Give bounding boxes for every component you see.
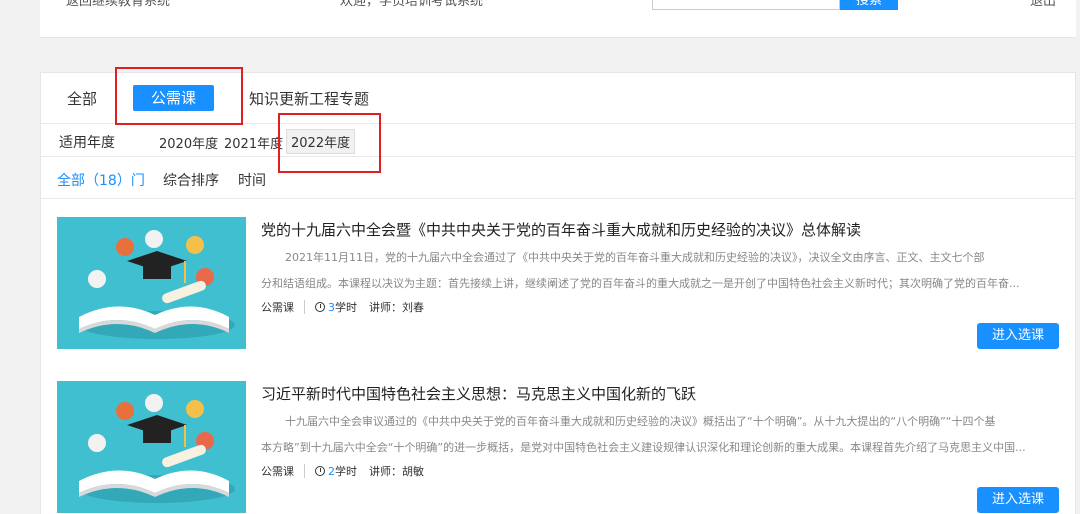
course-description: 十九届六中全会审议通过的《中共中央关于党的百年奋斗重大成就和历史经验的决议》概括… xyxy=(261,409,1061,461)
divider xyxy=(304,300,305,314)
category-tabs: 全部 公需课 知识更新工程专题 xyxy=(41,73,1075,119)
course-hours-unit: 学时 xyxy=(335,301,357,314)
exit-link[interactable]: 退出 xyxy=(1030,0,1056,9)
sort-composite[interactable]: 综合排序 xyxy=(163,170,219,190)
top-header: 返回继续教育系统 欢迎，学员培训考试系统 搜索 退出 xyxy=(40,0,1076,38)
course-meta: 公需课 3 学时 讲师：刘春 xyxy=(261,299,424,315)
course-title[interactable]: 党的十九届六中全会暨《中共中央关于党的百年奋斗重大成就和历史经验的决议》总体解读 xyxy=(261,219,861,240)
back-link[interactable]: 返回继续教育系统 xyxy=(66,0,170,9)
sort-all-count[interactable]: 全部（18）门 xyxy=(57,170,145,190)
search-input[interactable] xyxy=(652,0,840,10)
tab-all[interactable]: 全部 xyxy=(67,88,97,109)
tab-knowledge-update[interactable]: 知识更新工程专题 xyxy=(249,88,369,109)
course-type: 公需课 xyxy=(261,465,294,478)
course-desc-line: 本方略”到十九届六中全会“十个明确”的进一步概括，是党对中国特色社会主义建设规律… xyxy=(261,441,1026,454)
course-panel: 全部 公需课 知识更新工程专题 适用年度 2020年度 2021年度 2022年… xyxy=(40,67,1076,514)
search-button[interactable]: 搜索 xyxy=(840,0,898,10)
divider xyxy=(304,464,305,478)
course-hours-number: 2 xyxy=(328,464,335,478)
course-thumbnail[interactable] xyxy=(57,381,246,513)
year-option-2021[interactable]: 2021年度 xyxy=(224,133,283,152)
course-desc-line: 分和结语组成。本课程以决议为主题：首先接续上讲，继续阐述了党的百年奋斗的重大成就… xyxy=(261,277,1020,290)
course-item: 习近平新时代中国特色社会主义思想：马克思主义中国化新的飞跃 十九届六中全会审议通… xyxy=(41,365,1075,514)
enroll-button[interactable]: 进入选课 xyxy=(977,323,1059,349)
sort-time[interactable]: 时间 xyxy=(238,170,266,190)
sort-bar: 全部（18）门 综合排序 时间 xyxy=(41,159,1075,199)
course-description: 2021年11月11日，党的十九届六中全会通过了《中共中央关于党的百年奋斗重大成… xyxy=(261,245,1061,297)
tab-public-required[interactable]: 公需课 xyxy=(133,85,215,111)
enroll-button[interactable]: 进入选课 xyxy=(977,487,1059,513)
course-type: 公需课 xyxy=(261,301,294,314)
course-title[interactable]: 习近平新时代中国特色社会主义思想：马克思主义中国化新的飞跃 xyxy=(261,383,696,404)
course-desc-line: 2021年11月11日，党的十九届六中全会通过了《中共中央关于党的百年奋斗重大成… xyxy=(285,251,985,264)
welcome-text: 欢迎，学员培训考试系统 xyxy=(340,0,484,9)
year-filter-label: 适用年度 xyxy=(59,135,115,151)
course-item: 党的十九届六中全会暨《中共中央关于党的百年奋斗重大成就和历史经验的决议》总体解读… xyxy=(41,201,1075,367)
course-meta: 公需课 2 学时 讲师：胡敏 xyxy=(261,463,424,479)
year-option-2022[interactable]: 2022年度 xyxy=(286,129,356,154)
clock-icon xyxy=(315,466,325,476)
course-teacher: 讲师：刘春 xyxy=(369,301,424,314)
year-option-2020[interactable]: 2020年度 xyxy=(159,133,218,152)
course-thumbnail[interactable] xyxy=(57,217,246,349)
course-hours-unit: 学时 xyxy=(335,465,357,478)
course-hours-number: 3 xyxy=(328,300,335,314)
year-filter: 适用年度 2020年度 2021年度 2022年度 xyxy=(41,123,1075,157)
course-teacher: 讲师：胡敏 xyxy=(369,465,424,478)
course-desc-line: 十九届六中全会审议通过的《中共中央关于党的百年奋斗重大成就和历史经验的决议》概括… xyxy=(285,415,996,428)
clock-icon xyxy=(315,302,325,312)
